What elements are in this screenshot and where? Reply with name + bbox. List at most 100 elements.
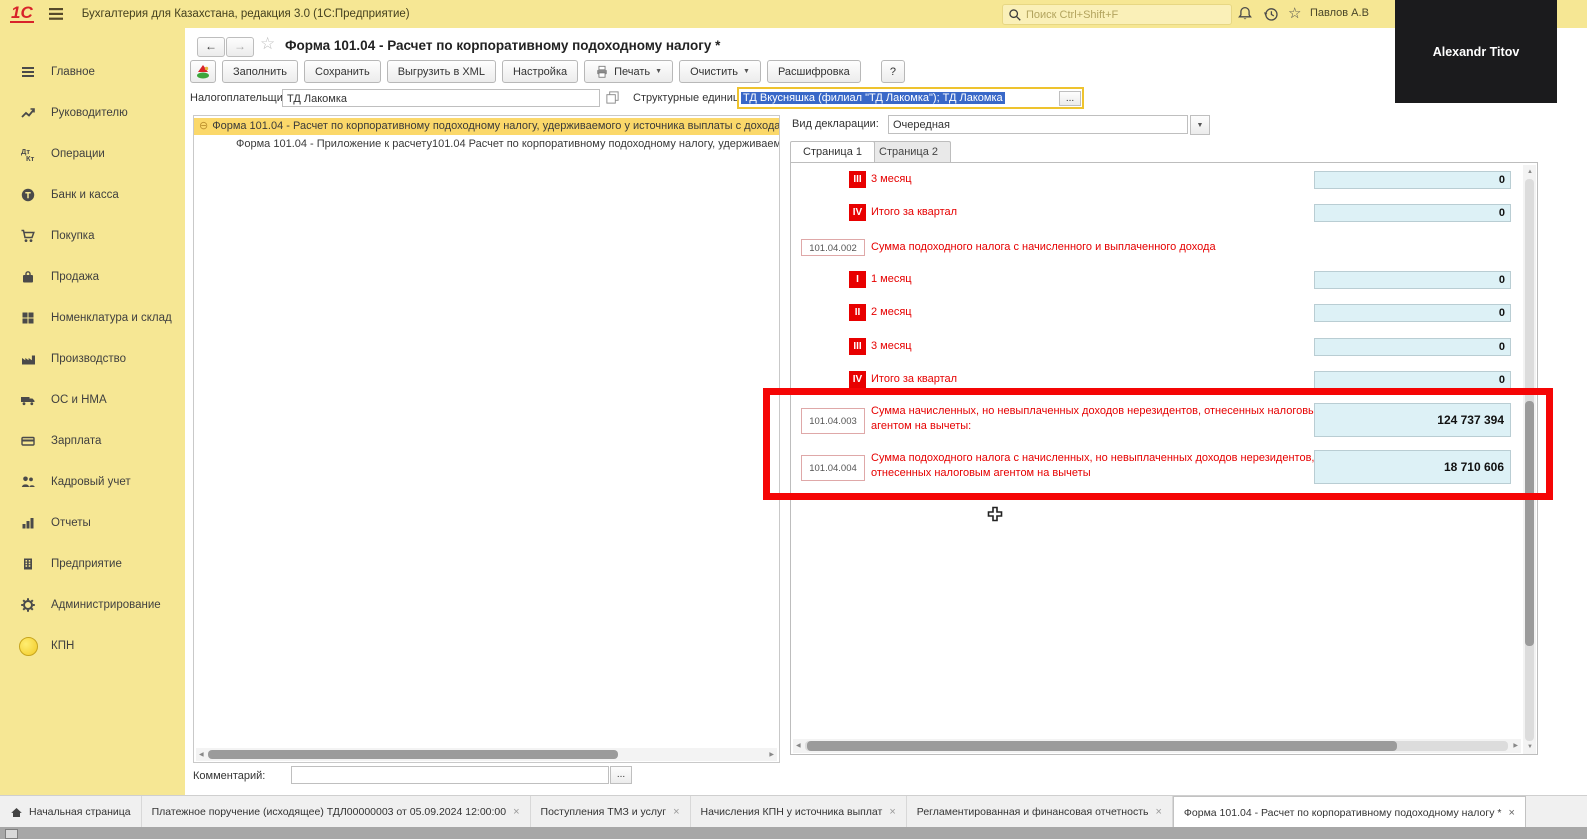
units-field[interactable]: ТД Вкусняшка (филиал "ТД Лакомка"); ТД Л… (737, 87, 1084, 109)
panel-hscrollbar[interactable]: ◀ ▶ (793, 739, 1521, 753)
mouse-move-cursor (986, 505, 1004, 523)
close-icon[interactable]: × (889, 806, 895, 818)
forms-tree: ⊖ Форма 101.04 - Расчет по корпоративному… (193, 115, 780, 763)
collapse-icon[interactable]: ⊖ (199, 120, 208, 132)
bottom-status-strip (0, 827, 1587, 839)
back-button[interactable]: ← (197, 37, 225, 57)
sidebar-item-zarplata[interactable]: Зарплата (0, 429, 185, 453)
history-icon[interactable] (1263, 6, 1279, 22)
1c-logo-icon: 1С (10, 3, 34, 23)
scroll-right-icon[interactable]: ▶ (1513, 743, 1518, 749)
print-button[interactable]: Печать ▼ (584, 60, 674, 83)
open-windows-tabbar: Начальная страница Платежное поручение (… (0, 795, 1587, 828)
building-icon (18, 556, 38, 572)
form-row: II 2 месяц 0 (791, 304, 1531, 322)
app-title: Бухгалтерия для Казахстана, редакция 3.0… (81, 8, 410, 20)
card-icon (18, 433, 38, 449)
clear-button[interactable]: Очистить ▼ (679, 60, 761, 83)
taxpayer-label: Налогоплательщик: (190, 92, 291, 104)
row-value-field[interactable]: 0 (1314, 371, 1511, 389)
comment-field[interactable] (291, 766, 609, 784)
tree-item-selected[interactable]: ⊖ Форма 101.04 - Расчет по корпоративному… (194, 118, 779, 135)
tab-tmz-receipts[interactable]: Поступления ТМЗ и услуг × (531, 796, 691, 828)
sidebar-item-administrirovanie[interactable]: Администрирование (0, 593, 185, 617)
bag-icon (18, 269, 38, 285)
row-value-field[interactable]: 0 (1314, 204, 1511, 222)
close-icon[interactable]: × (1508, 807, 1514, 819)
row-badge: III (849, 338, 866, 355)
declaration-dropdown-button[interactable]: ▼ (1190, 115, 1210, 135)
row-badge: I (849, 271, 866, 288)
sidebar-item-kadrovyj-uchet[interactable]: Кадровый учет (0, 470, 185, 494)
video-call-overlay: Alexandr Titov (1395, 0, 1557, 103)
tab-payment-order[interactable]: Платежное поручение (исходящее) ТДЛ00000… (142, 796, 531, 828)
units-more-button[interactable]: ... (1059, 90, 1081, 106)
sidebar-item-bank-kassa[interactable]: Банк и касса (0, 183, 185, 207)
scroll-right-icon[interactable]: ▶ (769, 752, 774, 758)
row-value-field[interactable]: 0 (1314, 271, 1511, 289)
comment-more-button[interactable]: ... (610, 766, 632, 784)
taxpayer-field[interactable]: ТД Лакомка (282, 89, 600, 107)
sidebar-item-rukovoditelyu[interactable]: Руководителю (0, 101, 185, 125)
sidebar-item-nomenklatura[interactable]: Номенклатура и склад (0, 306, 185, 330)
status-icon (5, 829, 18, 839)
gear-icon (18, 597, 38, 613)
row-badge: III (849, 171, 866, 188)
favorites-star-icon[interactable]: ☆ (1288, 4, 1301, 22)
row-code: 101.04.002 (801, 239, 865, 256)
grid-icon (18, 310, 38, 326)
fill-button[interactable]: Заполнить (222, 60, 299, 83)
scroll-up-icon[interactable]: ▲ (1527, 169, 1533, 175)
scroll-down-icon[interactable]: ▼ (1527, 744, 1533, 750)
open-link-icon[interactable] (605, 90, 620, 105)
tab-page-2[interactable]: Страница 2 (866, 141, 952, 162)
help-button[interactable]: ? (880, 60, 905, 83)
sidebar-item-os-nma[interactable]: ОС и НМА (0, 388, 185, 412)
sidebar-item-prodazha[interactable]: Продажа (0, 265, 185, 289)
tab-regulated-reporting[interactable]: Регламентированная и финансовая отчетнос… (907, 796, 1173, 828)
report-icon-button[interactable] (190, 60, 216, 83)
tab-form-101-04[interactable]: Форма 101.04 - Расчет по корпоративному … (1172, 796, 1526, 828)
form-row: IV Итого за квартал 0 (791, 371, 1531, 389)
sidebar-item-predpriyatie[interactable]: Предприятие (0, 552, 185, 576)
scroll-left-icon[interactable]: ◀ (796, 743, 801, 749)
close-icon[interactable]: × (513, 806, 519, 818)
form-title: Форма 101.04 - Расчет по корпоративному … (285, 38, 721, 53)
row-value-field[interactable]: 0 (1314, 171, 1511, 189)
tab-home[interactable]: Начальная страница (0, 796, 142, 828)
save-button[interactable]: Сохранить (304, 60, 381, 83)
sidebar-item-otchety[interactable]: Отчеты (0, 511, 185, 535)
close-icon[interactable]: × (1155, 806, 1161, 818)
tab-page-1[interactable]: Страница 1 (790, 141, 876, 162)
settings-button[interactable]: Настройка (501, 60, 579, 83)
row-badge: IV (849, 371, 866, 388)
comment-label: Комментарий: (193, 770, 266, 782)
main-menu-icon[interactable] (48, 7, 64, 21)
declaration-type-label: Вид декларации: (792, 118, 879, 130)
export-xml-button[interactable]: Выгрузить в XML (386, 60, 496, 83)
form-row: IV Итого за квартал 0 (791, 204, 1531, 222)
close-icon[interactable]: × (673, 806, 679, 818)
home-icon (11, 807, 22, 817)
sidebar-item-kpn[interactable]: КПН (0, 634, 185, 658)
favorite-star-icon[interactable]: ☆ (260, 34, 275, 54)
scroll-left-icon[interactable]: ◀ (199, 752, 204, 758)
factory-icon (18, 351, 38, 367)
notifications-bell-icon[interactable] (1237, 6, 1253, 22)
decrypt-button[interactable]: Расшифровка (766, 60, 861, 83)
svg-text:Кт: Кт (26, 154, 35, 162)
tree-hscrollbar[interactable]: ◀ ▶ (196, 748, 777, 761)
declaration-type-combo[interactable]: Очередная (888, 115, 1188, 134)
current-user[interactable]: Павлов А.В (1310, 7, 1369, 19)
forward-button[interactable]: → (226, 37, 254, 57)
sidebar-item-glavnoe[interactable]: Главное (0, 60, 185, 84)
chevron-down-icon: ▼ (743, 68, 750, 75)
row-value-field[interactable]: 0 (1314, 338, 1511, 356)
global-search-input[interactable]: Поиск Ctrl+Shift+F (1002, 4, 1232, 25)
sidebar-item-proizvodstvo[interactable]: Производство (0, 347, 185, 371)
sidebar-item-operacii[interactable]: Дт Кт Операции (0, 142, 185, 166)
tree-item[interactable]: Форма 101.04 - Приложение к расчету101.0… (236, 136, 779, 153)
sidebar-item-pokupka[interactable]: Покупка (0, 224, 185, 248)
tab-kpn-accruals[interactable]: Начисления КПН у источника выплат × (691, 796, 907, 828)
row-value-field[interactable]: 0 (1314, 304, 1511, 322)
